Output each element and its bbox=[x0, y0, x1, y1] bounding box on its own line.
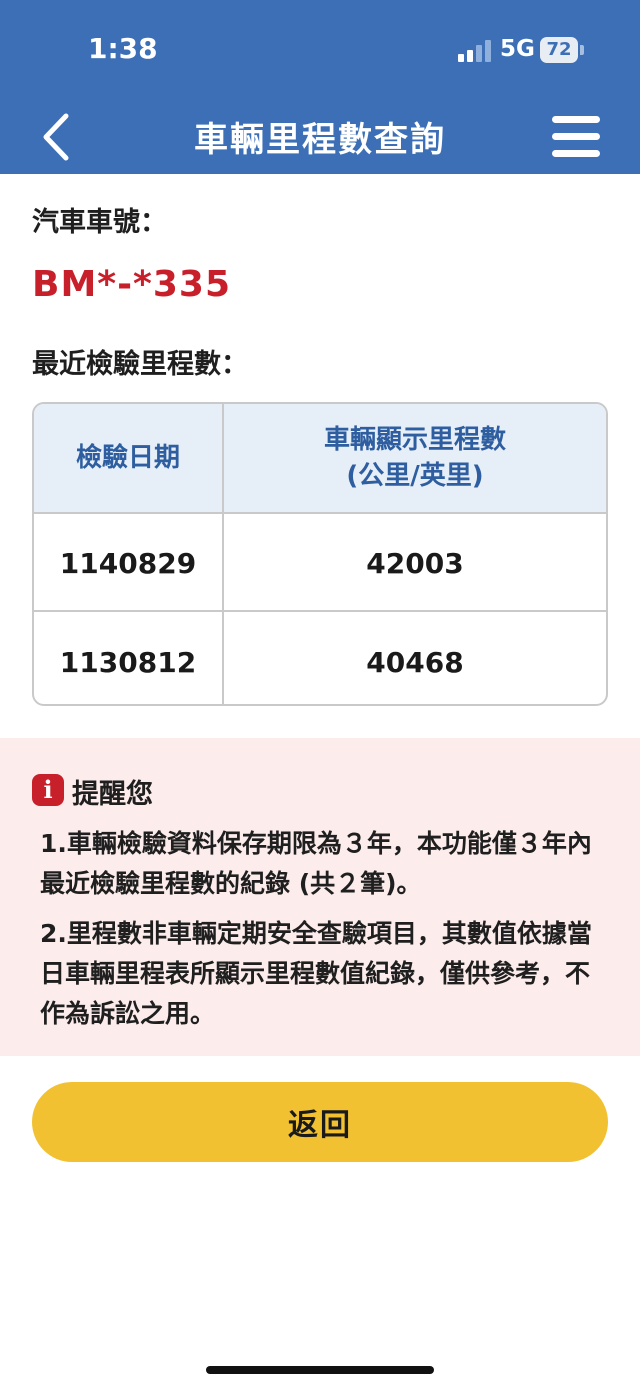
recent-mileage-label: 最近檢驗里程數： bbox=[32, 349, 248, 380]
row-mileage: 40468 bbox=[366, 645, 464, 679]
header-date-label: 檢驗日期 bbox=[75, 443, 180, 473]
home-indicator[interactable] bbox=[206, 1366, 434, 1374]
page-title: 車輛里程數查詢 bbox=[194, 120, 446, 160]
plate-number: BM*-*335 bbox=[32, 264, 232, 305]
signal-strength-icon bbox=[458, 40, 492, 62]
notice-item: 2.里程數非車輛定期安全查驗項目，其數值依據當日車輛里程表所顯示里程數值紀錄，僅… bbox=[40, 919, 592, 1028]
return-button[interactable]: 返回 bbox=[32, 1082, 608, 1162]
info-icon: i bbox=[32, 774, 64, 806]
column-divider bbox=[222, 404, 224, 704]
table-row: 1140829 42003 bbox=[34, 516, 606, 612]
notice-title: 提醒您 bbox=[72, 779, 153, 810]
network-label: 5G bbox=[500, 36, 535, 62]
table-header: 檢驗日期 車輛顯示里程數 (公里/英里) bbox=[34, 404, 606, 514]
app-header: 1:38 5G 72 車輛里程數查詢 bbox=[0, 0, 640, 174]
row-mileage: 42003 bbox=[366, 546, 464, 580]
header-cell-date: 檢驗日期 bbox=[34, 404, 222, 512]
menu-line bbox=[552, 133, 600, 140]
header-mileage-label: 車輛顯示里程數 bbox=[323, 425, 506, 455]
plate-label: 汽車車號： bbox=[32, 207, 167, 238]
header-mileage-unit: (公里/英里) bbox=[346, 461, 484, 491]
battery-icon: 72 bbox=[540, 37, 578, 63]
row-date: 1130812 bbox=[59, 645, 197, 679]
battery-tip bbox=[580, 45, 584, 55]
row-date: 1140829 bbox=[59, 546, 197, 580]
notice-item: 1.車輛檢驗資料保存期限為３年，本功能僅３年內最近檢驗里程數的紀錄 (共２筆)。 bbox=[40, 829, 592, 898]
hamburger-menu-icon bbox=[552, 116, 600, 123]
mileage-table: 檢驗日期 車輛顯示里程數 (公里/英里) 1140829 42003 11308… bbox=[32, 402, 608, 706]
header-cell-mileage: 車輛顯示里程數 (公里/英里) bbox=[224, 404, 606, 512]
status-time: 1:38 bbox=[88, 32, 158, 65]
menu-line bbox=[552, 150, 600, 157]
menu-button[interactable] bbox=[548, 114, 604, 160]
table-row: 1130812 40468 bbox=[34, 614, 606, 704]
